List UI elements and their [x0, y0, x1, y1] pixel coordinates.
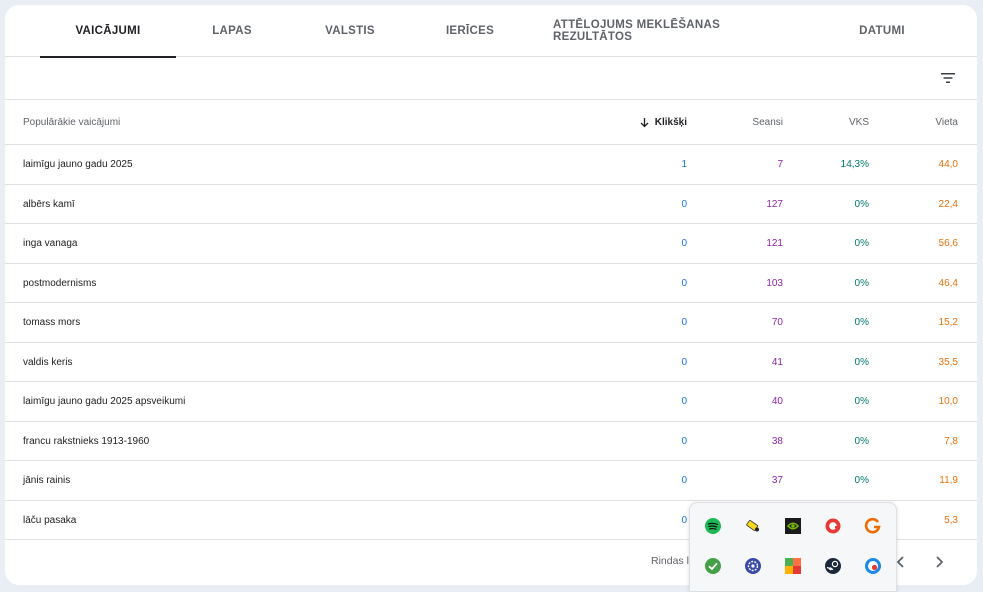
- tab-pages[interactable]: LAPAS: [187, 5, 277, 57]
- tab-label: LAPAS: [212, 25, 252, 37]
- report-tabs: VAICĀJUMI LAPAS VALSTIS IERĪCES ATTĒLOJU…: [5, 5, 977, 58]
- impressions-column-header[interactable]: Seansi: [713, 100, 783, 145]
- table-row[interactable]: inga vanaga 0 121 0% 56,6: [5, 224, 977, 264]
- query-cell: albērs kamī: [23, 198, 75, 210]
- impressions-cell: 41: [771, 356, 783, 368]
- position-cell: 15,2: [938, 317, 958, 328]
- clicks-cell: 0: [681, 435, 687, 447]
- position-cell: 44,0: [938, 159, 958, 170]
- clicks-cell: 0: [681, 317, 687, 328]
- impressions-cell: 40: [771, 396, 783, 407]
- position-cell: 10,0: [938, 396, 958, 407]
- table-row[interactable]: valdis keris 0 41 0% 35,5: [5, 343, 977, 382]
- impressions-cell: 103: [766, 277, 783, 289]
- ctr-cell: 0%: [854, 356, 869, 368]
- rows-per-page-label: Rindas l: [651, 555, 689, 567]
- tab-countries[interactable]: VALSTIS: [305, 5, 395, 57]
- table-body: laimīgu jauno gadu 2025 1 7 14,3% 44,0 albērs…: [5, 145, 977, 540]
- impressions-cell: 37: [771, 475, 783, 486]
- position-cell: 56,6: [938, 238, 958, 249]
- tab-label: ATTĒLOJUMS MEKLĒŠANAS REZULTĀTOS: [553, 19, 721, 43]
- position-cell: 7,8: [944, 435, 958, 447]
- position-cell: 35,5: [938, 356, 958, 368]
- table-row[interactable]: jānis rainis 0 37 0% 11,9: [5, 461, 977, 501]
- tab-queries[interactable]: VAICĀJUMI: [40, 5, 176, 58]
- query-cell: postmodernisms: [23, 277, 97, 289]
- clicks-cell: 0: [681, 514, 687, 526]
- position-cell: 11,9: [939, 475, 958, 486]
- query-column-header: Populārākie vaicājumi: [23, 117, 121, 128]
- sort-descending-icon: [640, 118, 649, 128]
- table-row[interactable]: francu rakstnieks 1913-1960 0 38 0% 7,8: [5, 422, 977, 461]
- tab-dates[interactable]: DATUMI: [837, 5, 927, 57]
- ctr-cell: 14,3%: [840, 159, 869, 170]
- red-circle-app-icon[interactable]: [824, 517, 842, 535]
- position-cell: 22,4: [938, 198, 958, 210]
- ctr-cell: 0%: [854, 435, 869, 447]
- system-tray-overflow: [689, 502, 897, 592]
- search-performance-card: VAICĀJUMI LAPAS VALSTIS IERĪCES ATTĒLOJU…: [5, 5, 977, 585]
- ctr-cell: 0%: [854, 198, 869, 210]
- query-cell: laimīgu jauno gadu 2025: [23, 159, 133, 170]
- query-cell: valdis keris: [23, 356, 73, 368]
- clicks-cell: 0: [681, 475, 687, 486]
- query-cell: laimīgu jauno gadu 2025 apsveikumi: [23, 396, 186, 407]
- impressions-cell: 7: [777, 159, 783, 170]
- query-cell: francu rakstnieks 1913-1960: [23, 435, 150, 447]
- position-column-header[interactable]: Vieta: [888, 100, 958, 145]
- next-page-icon[interactable]: [930, 553, 948, 571]
- ctr-cell: 0%: [854, 277, 869, 289]
- ctr-column-header[interactable]: VKS: [799, 100, 869, 145]
- table-row[interactable]: laimīgu jauno gadu 2025 1 7 14,3% 44,0: [5, 145, 977, 185]
- steam-icon[interactable]: [824, 557, 842, 575]
- tab-search-appearance[interactable]: ATTĒLOJUMS MEKLĒŠANAS REZULTĀTOS: [553, 5, 799, 57]
- table-header: Populārākie vaicājumi Klikšķi Seansi VKS…: [5, 100, 977, 145]
- blue-gear-app-icon[interactable]: [744, 557, 762, 575]
- clicks-cell: 0: [681, 277, 687, 289]
- query-cell: lāču pasaka: [23, 514, 77, 526]
- query-cell: jānis rainis: [23, 475, 71, 486]
- impressions-cell: 121: [766, 238, 783, 249]
- ctr-cell: 0%: [854, 475, 869, 486]
- ctr-cell: 0%: [854, 396, 869, 407]
- clicks-cell: 1: [681, 159, 687, 170]
- clicks-cell: 0: [681, 396, 687, 407]
- tab-label: VALSTIS: [325, 25, 375, 37]
- impressions-cell: 70: [771, 317, 783, 328]
- table-row[interactable]: postmodernisms 0 103 0% 46,4: [5, 264, 977, 303]
- impressions-cell: 127: [766, 198, 783, 210]
- clicks-cell: 0: [681, 356, 687, 368]
- table-row[interactable]: albērs kamī 0 127 0% 22,4: [5, 185, 977, 224]
- table-row[interactable]: tomass mors 0 70 0% 15,2: [5, 303, 977, 343]
- ctr-cell: 0%: [854, 238, 869, 249]
- tab-devices[interactable]: IERĪCES: [425, 5, 515, 57]
- table-toolbar: [5, 57, 977, 100]
- tab-label: IERĪCES: [445, 25, 495, 37]
- position-cell: 46,4: [938, 277, 958, 289]
- tab-label: DATUMI: [859, 25, 905, 37]
- table-row[interactable]: laimīgu jauno gadu 2025 apsveikumi 0 40 0% 1…: [5, 382, 977, 422]
- clicks-cell: 0: [681, 238, 687, 249]
- usb-key-icon[interactable]: [744, 517, 762, 535]
- query-cell: tomass mors: [23, 317, 81, 328]
- nvidia-icon[interactable]: [784, 517, 802, 535]
- blue-network-icon[interactable]: [864, 557, 882, 575]
- ctr-cell: 0%: [854, 317, 869, 328]
- spotify-icon[interactable]: [704, 517, 722, 535]
- avast-icon[interactable]: [784, 557, 802, 575]
- filter-icon[interactable]: [940, 70, 956, 86]
- query-cell: inga vanaga: [23, 238, 78, 249]
- grammarly-icon[interactable]: [864, 517, 882, 535]
- tab-label: VAICĀJUMI: [75, 25, 141, 37]
- position-cell: 5,3: [944, 514, 958, 526]
- clicks-cell: 0: [681, 198, 687, 210]
- green-check-icon[interactable]: [704, 557, 722, 575]
- clicks-column-header[interactable]: Klikšķi: [607, 100, 687, 145]
- impressions-cell: 38: [771, 435, 783, 447]
